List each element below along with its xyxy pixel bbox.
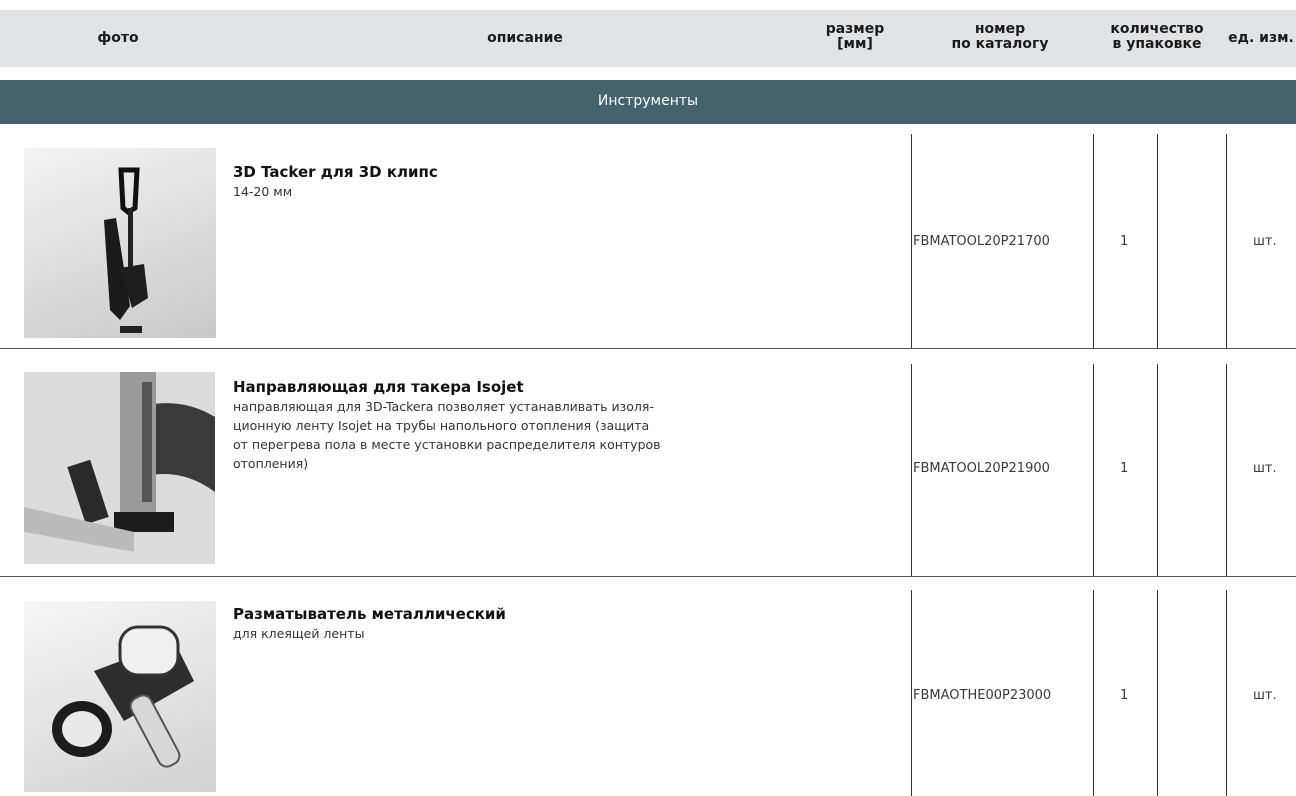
column-divider bbox=[1226, 134, 1227, 348]
column-divider bbox=[1157, 134, 1158, 348]
column-divider bbox=[911, 134, 912, 348]
quantity-value: 1 bbox=[1120, 461, 1129, 476]
header-catalog-number: номер по каталогу bbox=[951, 21, 1049, 52]
column-divider bbox=[1093, 590, 1094, 796]
table-row: 3D Tacker для 3D клипс 14-20 мм FBMATOOL… bbox=[0, 124, 1296, 348]
table-header: фото описание размер [мм] номер по катал… bbox=[0, 10, 1296, 67]
column-divider bbox=[1157, 364, 1158, 576]
product-photo-dispenser bbox=[24, 601, 216, 792]
header-quantity: количество в упаковке bbox=[1110, 21, 1204, 52]
catalog-number: FBMATOOL20P21700 bbox=[913, 234, 1050, 249]
catalog-number: FBMATOOL20P21900 bbox=[913, 461, 1050, 476]
table-row: Направляющая для такера Isojet направляю… bbox=[0, 348, 1296, 576]
column-divider bbox=[1093, 134, 1094, 348]
unit-value: шт. bbox=[1253, 688, 1277, 703]
description-line: отопления) bbox=[233, 456, 309, 471]
description-line: ционную ленту Isojet на трубы напольного… bbox=[233, 418, 650, 433]
header-photo: фото bbox=[97, 30, 139, 46]
description-line: направляющая для 3D-Tackera позволяет ус… bbox=[233, 399, 654, 414]
product-photo-tacker bbox=[24, 148, 216, 338]
column-divider bbox=[1226, 364, 1227, 576]
header-unit: ед. изм. bbox=[1228, 30, 1294, 46]
column-divider bbox=[1226, 590, 1227, 796]
section-title: Инструменты bbox=[597, 93, 699, 109]
product-description: 14-20 мм bbox=[233, 184, 293, 199]
tape-dispenser-icon bbox=[52, 625, 194, 768]
quantity-value: 1 bbox=[1120, 688, 1129, 703]
column-divider bbox=[911, 590, 912, 796]
column-divider bbox=[1093, 364, 1094, 576]
quantity-value: 1 bbox=[1120, 234, 1129, 249]
product-title: Направляющая для такера Isojet bbox=[233, 378, 524, 396]
header-size: размер [мм] bbox=[825, 21, 885, 52]
section-band: Инструменты bbox=[0, 80, 1296, 124]
guide-icon bbox=[24, 372, 215, 564]
tacker-icon bbox=[104, 167, 148, 333]
catalog-number: FBMAOTHE00P23000 bbox=[913, 688, 1052, 703]
table-row: Разматыватель металлический для клеящей … bbox=[0, 576, 1296, 796]
product-photo-guide bbox=[24, 372, 215, 564]
header-description: описание bbox=[487, 30, 563, 46]
column-divider bbox=[911, 364, 912, 576]
unit-value: шт. bbox=[1253, 234, 1277, 249]
product-title: Разматыватель металлический bbox=[233, 605, 506, 623]
description-line: от перегрева пола в месте установки расп… bbox=[233, 437, 661, 452]
product-description: направляющая для 3D-Tackera позволяет ус… bbox=[233, 397, 793, 473]
unit-value: шт. bbox=[1253, 461, 1277, 476]
product-description: для клеящей ленты bbox=[233, 626, 365, 641]
product-title: 3D Tacker для 3D клипс bbox=[233, 163, 438, 181]
column-divider bbox=[1157, 590, 1158, 796]
